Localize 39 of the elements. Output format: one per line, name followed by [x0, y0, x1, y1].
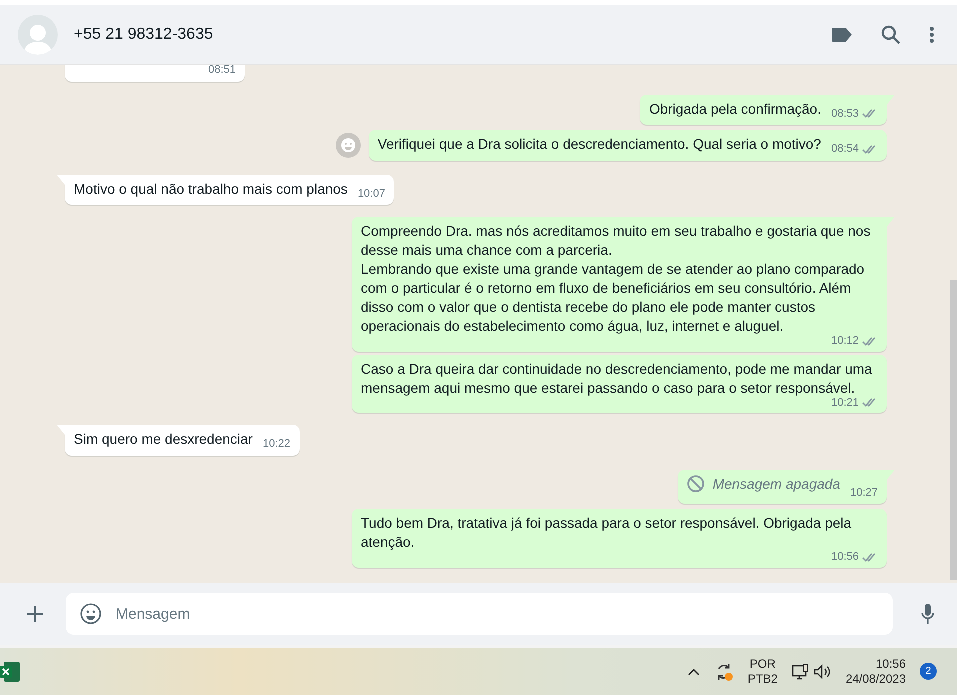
search-icon[interactable]	[881, 24, 901, 44]
chevron-up-icon[interactable]	[688, 668, 700, 676]
clock-date: 24/08/2023	[846, 672, 906, 686]
keyboard-layout: PTB2	[748, 672, 778, 686]
message-time: 08:51	[208, 65, 236, 78]
notification-badge[interactable]: 2	[920, 663, 937, 680]
blocked-icon	[686, 475, 705, 493]
message-text: Verifiquei que a Dra solicita o descredenciamento. Qual seria o motivo?	[378, 135, 822, 154]
message-time: 10:07	[358, 186, 386, 202]
language-indicator[interactable]: POR PTB2	[748, 656, 778, 686]
spreadsheet-app-icon[interactable]	[0, 660, 20, 684]
clock-time: 10:56	[876, 656, 906, 672]
clock[interactable]: 10:56 24/08/2023	[846, 656, 906, 686]
message-text: Motivo o qual não trabalho mais com planos	[74, 180, 348, 199]
message-time: 10:27	[850, 486, 878, 500]
message-time: 08:53	[831, 106, 859, 122]
smiley-icon	[340, 138, 356, 153]
network-icon[interactable]	[792, 664, 810, 680]
label-icon[interactable]	[831, 26, 853, 42]
message-time: 10:22	[262, 437, 291, 452]
microphone-icon[interactable]	[921, 603, 935, 625]
message-input[interactable]: Mensagem	[66, 593, 893, 635]
contact-name[interactable]: +55 21 98312-3635	[74, 22, 214, 46]
deleted-message-text: Mensagem apagada	[712, 474, 840, 494]
emoji-icon[interactable]	[80, 603, 102, 625]
message-text: Caso a Dra queira dar continuidade no descredenciamento, pode me mandar uma mensagem aqui mesmo que estarei passando o caso para o setor responsável.	[361, 360, 874, 398]
message-text: Compreendo Dra. mas nós acreditamos muito em seu trabalho e gostaria que nos desse mais uma chance com a parceria. Lembrando que existe uma grande vantagem de se atender ao plano comparado com o particular é o retorno em fluxo de beneficiários em seu consultório. Além disso com o valor que o dentista recebe do plano ele pode manter custos operacionais do estabelecimento como água, luz, internet e aluguel.	[361, 222, 872, 336]
speaker-icon[interactable]	[814, 664, 832, 680]
language-code: POR	[750, 656, 776, 672]
message-time: 08:54	[831, 142, 859, 157]
message-text: Tudo bem Dra, tratativa já foi passada para o setor responsável. Obrigada pela atenção.	[361, 514, 853, 552]
message-time: 10:12	[831, 334, 859, 349]
message-text: Sim quero me desxredenciar	[74, 430, 253, 449]
scrollbar[interactable]	[950, 280, 957, 580]
menu-icon[interactable]	[929, 26, 935, 44]
plus-icon[interactable]	[26, 605, 44, 623]
message-time: 10:21	[831, 396, 859, 410]
message-text: Obrigada pela confirmação.	[649, 100, 822, 119]
message-time: 10:56	[831, 550, 859, 565]
